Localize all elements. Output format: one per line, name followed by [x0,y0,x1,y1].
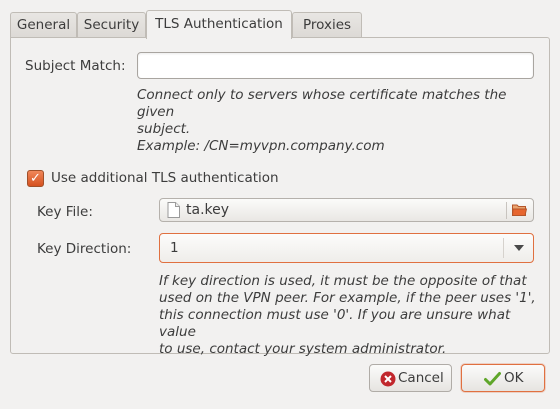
subject-match-label: Subject Match: [25,58,126,74]
key-direction-hint: If key direction is used, it must be the… [159,273,536,357]
check-icon [484,372,501,386]
key-file-chooser[interactable]: ta.key [159,198,534,222]
cancel-button[interactable]: Cancel [369,364,452,392]
cancel-icon [380,371,396,387]
key-direction-label: Key Direction: [37,241,132,257]
checkmark-icon: ✓ [30,171,41,186]
tab-security[interactable]: Security [77,12,146,38]
tab-tls-authentication[interactable]: TLS Authentication [146,10,292,39]
tls-auth-label: Use additional TLS authentication [51,170,279,186]
folder-open-icon [512,204,527,216]
file-icon [167,202,180,218]
chevron-down-icon [514,245,524,251]
separator [506,202,507,219]
tls-auth-checkbox[interactable]: ✓ [27,170,44,187]
separator [503,238,504,258]
tab-proxies[interactable]: Proxies [292,12,362,38]
tab-panel: Subject Match: Connect only to servers w… [10,37,550,357]
subject-match-hint: Connect only to servers whose certificat… [137,87,507,154]
subject-match-input[interactable] [137,52,534,79]
key-direction-combo[interactable]: 1 [159,233,534,263]
key-file-label: Key File: [37,204,93,220]
ok-button[interactable]: OK [461,364,545,392]
tab-general[interactable]: General [10,12,77,38]
